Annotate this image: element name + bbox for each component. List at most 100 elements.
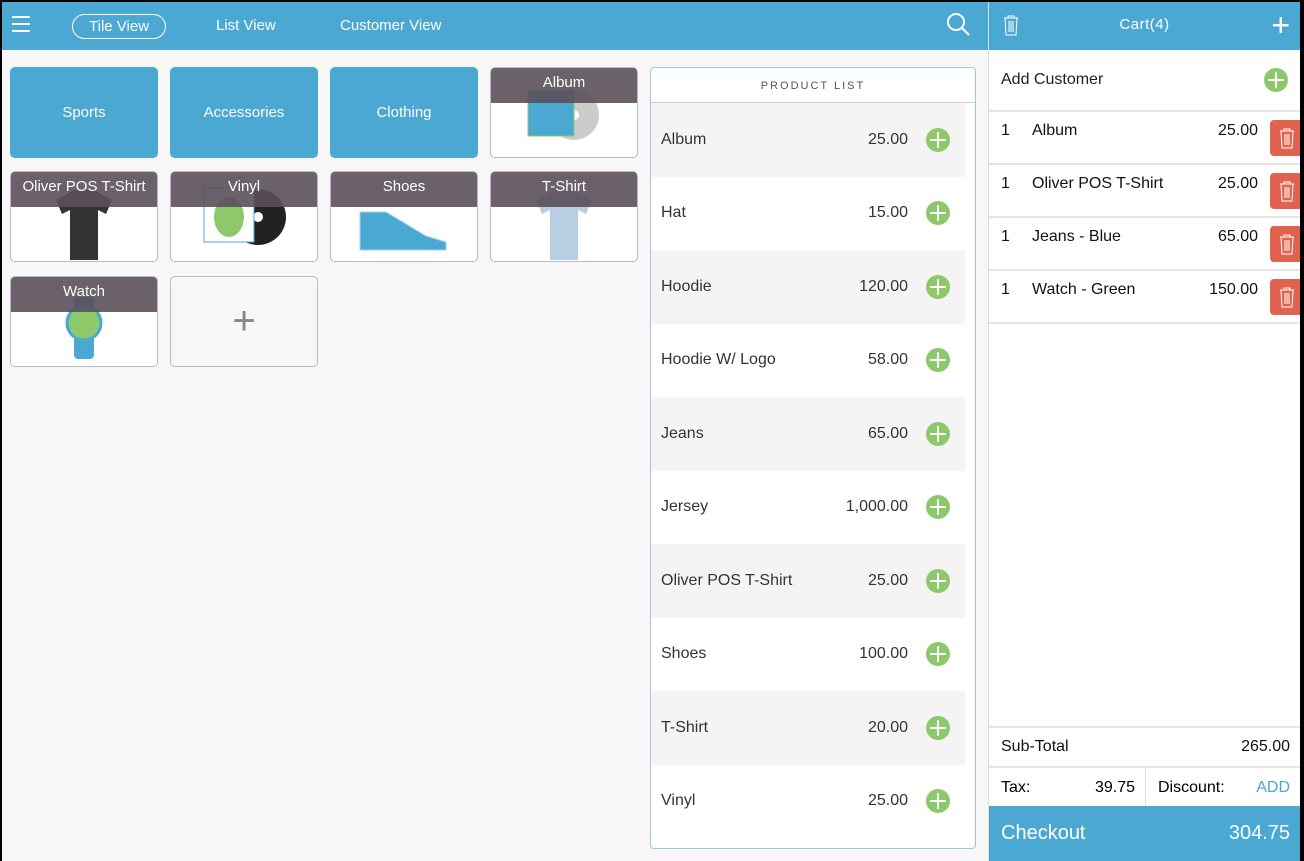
add-to-cart-plus-icon[interactable] <box>926 274 950 299</box>
cart-item-name: Album <box>1032 122 1078 139</box>
tile-caption: Shoes <box>331 172 477 207</box>
tile-caption: Oliver POS T-Shirt <box>11 172 157 207</box>
top-bar: Tile View List View Customer View <box>2 2 988 50</box>
category-tile-sports[interactable]: Sports <box>10 67 158 158</box>
hamburger-menu-icon[interactable] <box>12 16 30 32</box>
product-name: Hat <box>661 204 686 222</box>
cart-summary: Sub-Total 265.00 Tax: 39.75 Discount: ADD <box>989 726 1300 808</box>
add-to-cart-plus-icon[interactable] <box>926 348 950 373</box>
tile-caption: T-Shirt <box>491 172 637 207</box>
product-name: Vinyl <box>661 792 696 810</box>
cart-item-name: Jeans - Blue <box>1032 228 1121 245</box>
product-list-title: PRODUCT LIST <box>651 68 975 103</box>
add-discount-link[interactable]: ADD <box>1256 779 1290 797</box>
product-name: Hoodie W/ Logo <box>661 351 776 369</box>
add-icon[interactable]: + <box>1271 9 1290 41</box>
tab-customer-view[interactable]: Customer View <box>324 14 457 39</box>
product-tile-watch[interactable]: Watch <box>10 276 158 367</box>
product-list-item[interactable]: Shoes 100.00 <box>651 618 965 692</box>
discount-label: Discount: <box>1158 779 1225 796</box>
product-name: Album <box>661 130 707 148</box>
product-tile-album[interactable]: Album <box>490 67 638 158</box>
product-price: 120.00 <box>859 277 908 295</box>
product-name: Jeans <box>661 424 704 442</box>
product-price: 65.00 <box>867 424 908 442</box>
add-tile-button[interactable]: + <box>170 276 318 367</box>
product-price: 25.00 <box>867 571 908 589</box>
delete-item-trash-icon[interactable] <box>1270 120 1300 156</box>
cart-item-name: Oliver POS T-Shirt <box>1032 175 1164 192</box>
product-list-item[interactable]: Hoodie 120.00 <box>651 250 965 324</box>
checkout-label: Checkout <box>1001 822 1086 844</box>
pos-app: Tile View List View Customer View Sports… <box>2 2 1300 861</box>
add-to-cart-plus-icon[interactable] <box>926 715 950 740</box>
product-name: Hoodie <box>661 277 712 295</box>
product-price: 25.00 <box>867 792 908 810</box>
tile-caption: Vinyl <box>171 172 317 207</box>
product-list-item[interactable]: Jeans 65.00 <box>651 397 965 471</box>
add-to-cart-plus-icon[interactable] <box>926 642 950 667</box>
product-price: 100.00 <box>859 645 908 663</box>
tile-caption: Album <box>491 68 637 103</box>
product-price: 58.00 <box>867 351 908 369</box>
cart-title: Cart(4) <box>1119 16 1170 33</box>
delete-item-trash-icon[interactable] <box>1270 279 1300 315</box>
cart-item-qty: 1 <box>1001 122 1010 139</box>
add-to-cart-plus-icon[interactable] <box>926 789 950 814</box>
product-list-item[interactable]: Jersey 1,000.00 <box>651 471 965 545</box>
product-list-item[interactable]: Oliver POS T-Shirt 25.00 <box>651 544 965 618</box>
add-to-cart-plus-icon[interactable] <box>926 495 950 520</box>
product-tile-vinyl[interactable]: Vinyl <box>170 171 318 262</box>
subtotal-value: 265.00 <box>1241 738 1290 755</box>
cart-item-price: 150.00 <box>1209 281 1258 298</box>
product-list-panel: PRODUCT LIST Album 25.00 Hat 15.00 Hoodie 120… <box>650 67 976 849</box>
cart-item-price: 25.00 <box>1217 122 1258 139</box>
add-customer-button[interactable]: Add Customer <box>989 50 1300 112</box>
add-customer-label: Add Customer <box>1001 71 1104 88</box>
checkout-button[interactable]: Checkout 304.75 <box>989 806 1300 861</box>
product-price: 1,000.00 <box>845 498 908 516</box>
tab-list-view[interactable]: List View <box>200 14 292 39</box>
product-list-item[interactable]: Hat 15.00 <box>651 177 965 251</box>
cart-item-price: 65.00 <box>1217 228 1258 245</box>
cart-item[interactable]: 1 Watch - Green 150.00 <box>989 271 1300 324</box>
subtotal-label: Sub-Total <box>1001 738 1069 755</box>
cart-header: Cart(4) + <box>989 2 1300 50</box>
category-tile-clothing[interactable]: Clothing <box>330 67 478 158</box>
product-list-item[interactable]: Hoodie W/ Logo 58.00 <box>651 324 965 398</box>
product-list-item[interactable]: Vinyl 25.00 <box>651 765 965 839</box>
tax-value: 39.75 <box>1094 779 1135 796</box>
product-list-item[interactable]: T-Shirt 20.00 <box>651 691 965 765</box>
product-name: Jersey <box>661 498 709 516</box>
product-price: 20.00 <box>867 718 908 736</box>
add-to-cart-plus-icon[interactable] <box>926 201 950 226</box>
product-price: 25.00 <box>867 130 908 148</box>
cart-item-qty: 1 <box>1001 228 1010 245</box>
delete-item-trash-icon[interactable] <box>1270 226 1300 262</box>
product-price: 15.00 <box>867 204 908 222</box>
add-to-cart-plus-icon[interactable] <box>926 127 950 152</box>
product-name: T-Shirt <box>661 718 709 736</box>
product-list-item[interactable]: Album 25.00 <box>651 103 965 177</box>
cart-item-name: Watch - Green <box>1032 281 1136 298</box>
product-tile-shoes[interactable]: Shoes <box>330 171 478 262</box>
add-to-cart-plus-icon[interactable] <box>926 568 950 593</box>
tab-tile-view[interactable]: Tile View <box>72 14 167 39</box>
category-tile-accessories[interactable]: Accessories <box>170 67 318 158</box>
cart-item-qty: 1 <box>1001 175 1010 192</box>
tax-label: Tax: <box>1001 779 1031 796</box>
cart-panel: Cart(4) + Add Customer 1 Album 25.00 1 Olive… <box>988 2 1300 861</box>
cart-item[interactable]: 1 Album 25.00 <box>989 112 1300 165</box>
product-tile-t-shirt[interactable]: T-Shirt <box>490 171 638 262</box>
search-icon[interactable] <box>946 12 970 36</box>
cart-item[interactable]: 1 Oliver POS T-Shirt 25.00 <box>989 165 1300 218</box>
tile-caption: Watch <box>11 277 157 312</box>
add-to-cart-plus-icon[interactable] <box>926 421 950 446</box>
product-name: Oliver POS T-Shirt <box>661 571 793 589</box>
product-name: Shoes <box>661 645 707 663</box>
cart-item-price: 25.00 <box>1217 175 1258 192</box>
product-tile-oliver-pos-t-shirt[interactable]: Oliver POS T-Shirt <box>10 171 158 262</box>
cart-item[interactable]: 1 Jeans - Blue 65.00 <box>989 218 1300 271</box>
delete-item-trash-icon[interactable] <box>1270 173 1300 209</box>
cart-item-qty: 1 <box>1001 281 1010 298</box>
